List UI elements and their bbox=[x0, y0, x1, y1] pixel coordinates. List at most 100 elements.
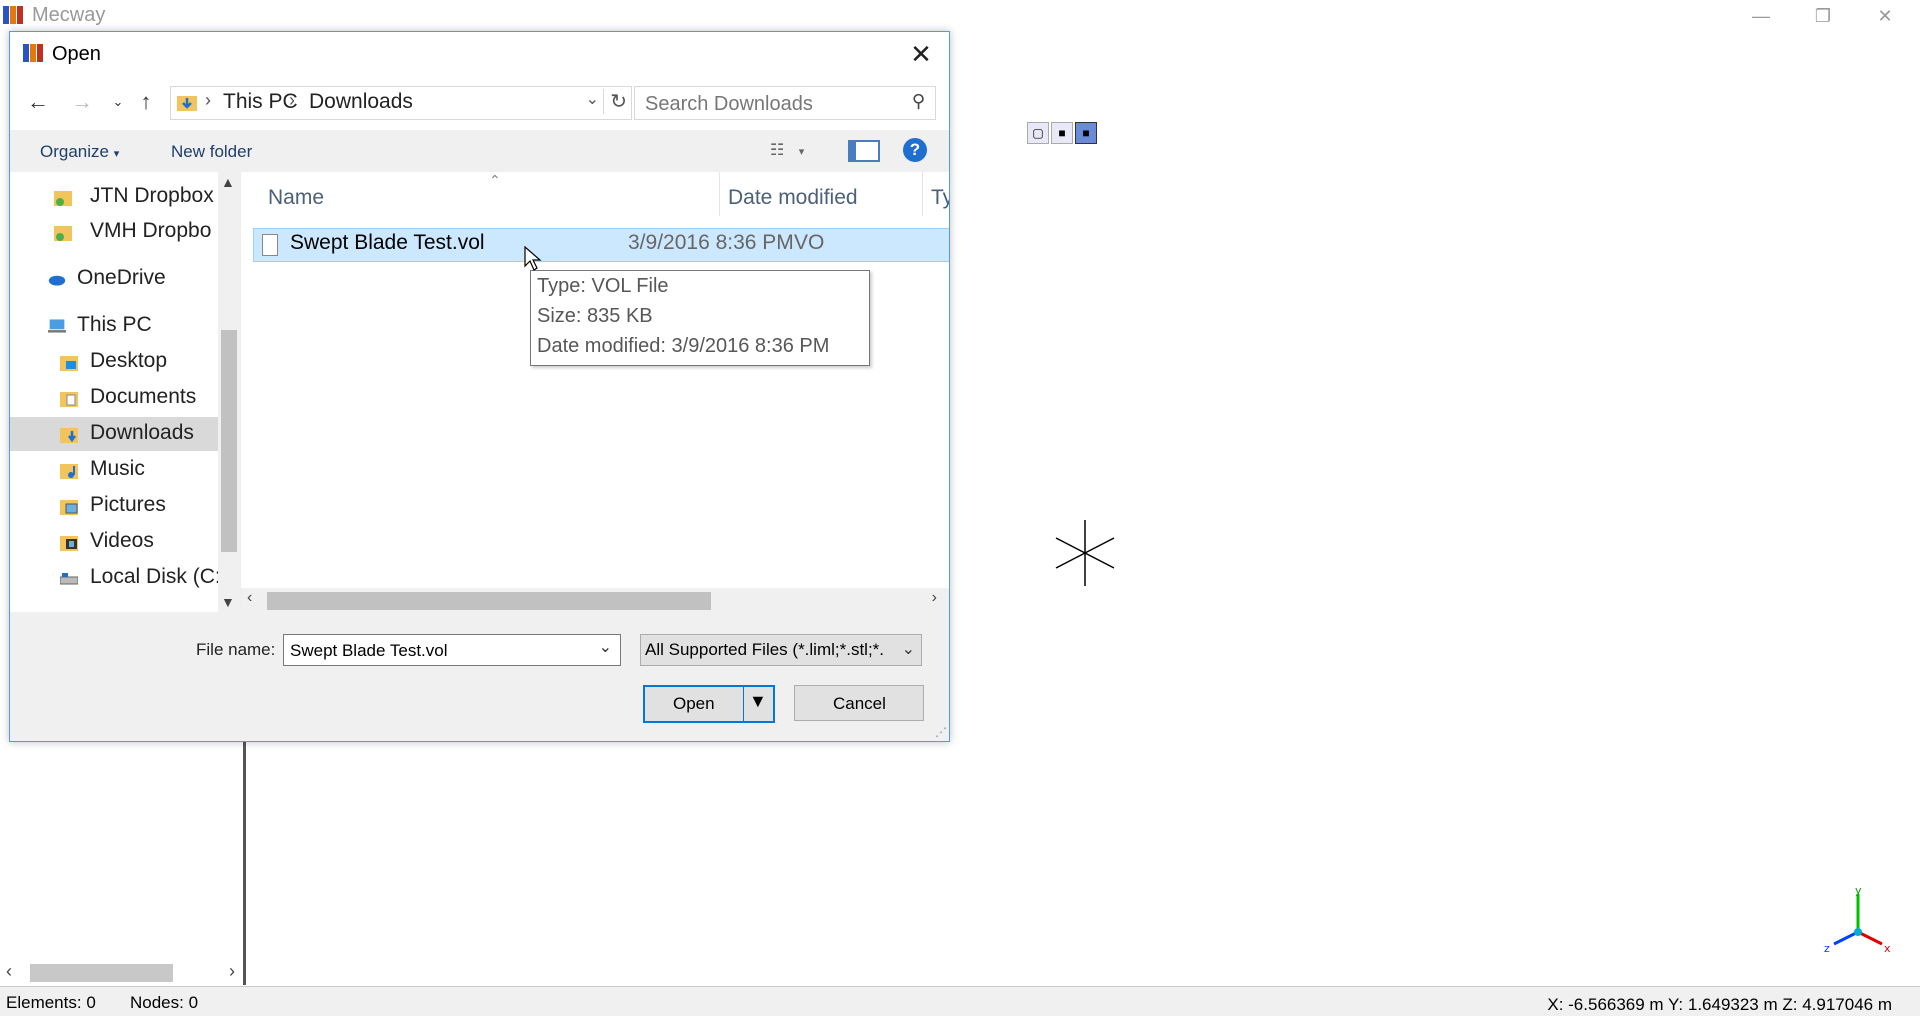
column-header-date-modified[interactable]: Date modified bbox=[728, 186, 858, 210]
file-row[interactable]: Swept Blade Test.vol 3/9/2016 8:36 PM VO bbox=[253, 228, 949, 262]
solid-view-icon[interactable]: ■ bbox=[1075, 122, 1097, 144]
scroll-thumb[interactable] bbox=[267, 592, 711, 610]
arrow-right-icon: → bbox=[71, 89, 93, 114]
nav-item-label: Local Disk (C:) bbox=[90, 565, 228, 588]
scroll-left-icon[interactable]: ‹ bbox=[6, 961, 12, 982]
nav-item-label: Downloads bbox=[90, 421, 194, 444]
scroll-left-icon[interactable]: ‹ bbox=[247, 589, 252, 607]
up-button[interactable]: ↑ bbox=[132, 88, 160, 116]
breadcrumb-downloads[interactable]: Downloads bbox=[309, 90, 413, 114]
search-icon: ⚲ bbox=[911, 91, 925, 111]
scroll-right-icon[interactable]: › bbox=[229, 961, 235, 982]
close-icon: ✕ bbox=[1877, 5, 1893, 26]
file-list-pane: ⌃ Name Date modified Typ Swept Blade Tes… bbox=[241, 172, 949, 612]
nav-item-this-pc[interactable]: This PC bbox=[10, 309, 228, 343]
shaded-view-icon[interactable]: ■ bbox=[1051, 122, 1073, 144]
search-input[interactable] bbox=[643, 89, 897, 119]
cancel-button[interactable]: Cancel bbox=[794, 685, 924, 721]
view-mode-toolbar: ▢ ■ ■ bbox=[1027, 122, 1097, 144]
scroll-down-icon[interactable]: ▼ bbox=[221, 594, 235, 610]
nav-item-label: Pictures bbox=[90, 493, 166, 516]
column-header-name[interactable]: Name bbox=[268, 186, 324, 210]
tooltip-size: Size: 835 KB bbox=[537, 305, 653, 327]
scroll-thumb[interactable] bbox=[221, 330, 237, 552]
mouse-cursor-icon bbox=[524, 246, 542, 271]
mecway-logo-icon bbox=[23, 44, 43, 62]
help-icon[interactable]: ? bbox=[903, 138, 927, 162]
back-button[interactable]: ← bbox=[24, 88, 52, 116]
axis-x-label: x bbox=[1884, 942, 1891, 955]
change-view-button[interactable]: ☷ ▾ bbox=[770, 140, 820, 162]
nav-item-downloads[interactable]: Downloads bbox=[10, 417, 228, 451]
restore-icon: ❐ bbox=[1814, 5, 1832, 26]
tree-horizontal-scrollbar[interactable]: ‹ › bbox=[0, 961, 243, 985]
tooltip-date: Date modified: 3/9/2016 8:36 PM bbox=[537, 335, 830, 357]
wireframe-view-icon[interactable]: ▢ bbox=[1027, 122, 1049, 144]
search-box[interactable]: ⚲ bbox=[634, 86, 936, 120]
file-name-combobox[interactable]: ⌄ bbox=[283, 634, 621, 666]
file-type-value: All Supported Files (*.liml;*.stl;*. bbox=[645, 640, 885, 659]
close-icon: ✕ bbox=[910, 39, 932, 69]
dialog-close-button[interactable]: ✕ bbox=[903, 36, 939, 72]
nav-item-onedrive[interactable]: OneDrive bbox=[10, 262, 228, 296]
downloads-folder-icon bbox=[60, 428, 78, 443]
open-options-arrow-icon[interactable]: ▼ bbox=[749, 691, 767, 712]
nav-item-label: Music bbox=[90, 457, 145, 480]
onedrive-icon bbox=[48, 275, 66, 286]
details-view-icon: ☷ bbox=[770, 142, 785, 159]
nav-item-music[interactable]: Music bbox=[10, 453, 228, 487]
scroll-up-icon[interactable]: ▲ bbox=[221, 174, 235, 190]
cancel-button-label: Cancel bbox=[833, 694, 886, 713]
chevron-down-icon[interactable]: ⌄ bbox=[599, 637, 612, 657]
app-title: Mecway bbox=[32, 4, 106, 26]
nav-item-videos[interactable]: Videos bbox=[10, 525, 228, 559]
minimize-button[interactable]: — bbox=[1730, 0, 1792, 32]
dialog-title: Open bbox=[52, 43, 101, 65]
nav-item-local-disk[interactable]: Local Disk (C:) bbox=[10, 561, 228, 595]
documents-folder-icon bbox=[60, 392, 78, 407]
origin-marker-icon bbox=[1055, 520, 1115, 586]
open-button-label: Open bbox=[673, 694, 715, 713]
nav-item-documents[interactable]: Documents bbox=[10, 381, 228, 415]
file-name-input[interactable] bbox=[288, 637, 582, 665]
caret-down-icon: ▾ bbox=[798, 146, 805, 158]
preview-pane-icon[interactable] bbox=[848, 140, 880, 162]
nav-vertical-scrollbar[interactable]: ▲ ▼ bbox=[218, 172, 240, 612]
file-icon bbox=[262, 234, 278, 256]
address-bar[interactable]: › This PC › Downloads ⌄ ↻ bbox=[170, 86, 632, 120]
dialog-title-bar: Open ✕ bbox=[10, 32, 949, 76]
tooltip-type: Type: VOL File bbox=[537, 275, 669, 297]
file-date: 3/9/2016 8:36 PM bbox=[628, 231, 794, 254]
nav-item-label: Documents bbox=[90, 385, 197, 408]
app-title-bar: Mecway — ❐ ✕ bbox=[0, 0, 1920, 33]
recent-locations-button[interactable]: ⌄ bbox=[104, 88, 132, 116]
forward-button[interactable]: → bbox=[68, 88, 96, 116]
resize-grip-icon[interactable]: ⋰ bbox=[935, 725, 947, 739]
breadcrumb-this-pc[interactable]: This PC bbox=[223, 90, 298, 114]
nav-item-pictures[interactable]: Pictures bbox=[10, 489, 228, 523]
restore-button[interactable]: ❐ bbox=[1792, 0, 1854, 32]
status-bar: Elements: 0 Nodes: 0 X: -6.566369 m Y: 1… bbox=[0, 986, 1920, 1016]
file-type: VO bbox=[794, 231, 825, 254]
file-name: Swept Blade Test.vol bbox=[290, 231, 485, 254]
column-divider[interactable] bbox=[922, 172, 923, 216]
column-divider[interactable] bbox=[719, 172, 720, 216]
new-folder-button[interactable]: New folder bbox=[171, 142, 252, 162]
address-dropdown-icon[interactable]: ⌄ bbox=[586, 89, 599, 109]
nav-item-label: OneDrive bbox=[77, 266, 166, 289]
nav-item-label: Videos bbox=[90, 529, 154, 552]
file-horizontal-scrollbar[interactable]: ‹ › bbox=[241, 588, 949, 612]
nav-item-label: VMH Dropbo bbox=[90, 219, 212, 242]
nav-item-desktop[interactable]: Desktop bbox=[10, 345, 228, 379]
column-header-type[interactable]: Typ bbox=[931, 186, 949, 210]
close-app-button[interactable]: ✕ bbox=[1854, 0, 1916, 32]
scroll-right-icon[interactable]: › bbox=[932, 589, 937, 607]
scroll-thumb[interactable] bbox=[30, 964, 173, 982]
refresh-icon[interactable]: ↻ bbox=[603, 89, 627, 114]
open-button[interactable]: Open ▼ bbox=[643, 685, 775, 723]
nav-item-vmh-dropbox[interactable]: VMH Dropbo bbox=[10, 215, 228, 249]
axis-y-label: y bbox=[1855, 886, 1862, 897]
nav-item-jtn-dropbox[interactable]: JTN Dropbox bbox=[10, 180, 228, 214]
organize-button[interactable]: Organize ▾ bbox=[40, 142, 119, 162]
file-type-select[interactable]: All Supported Files (*.liml;*.stl;*. ⌄ bbox=[640, 634, 922, 666]
